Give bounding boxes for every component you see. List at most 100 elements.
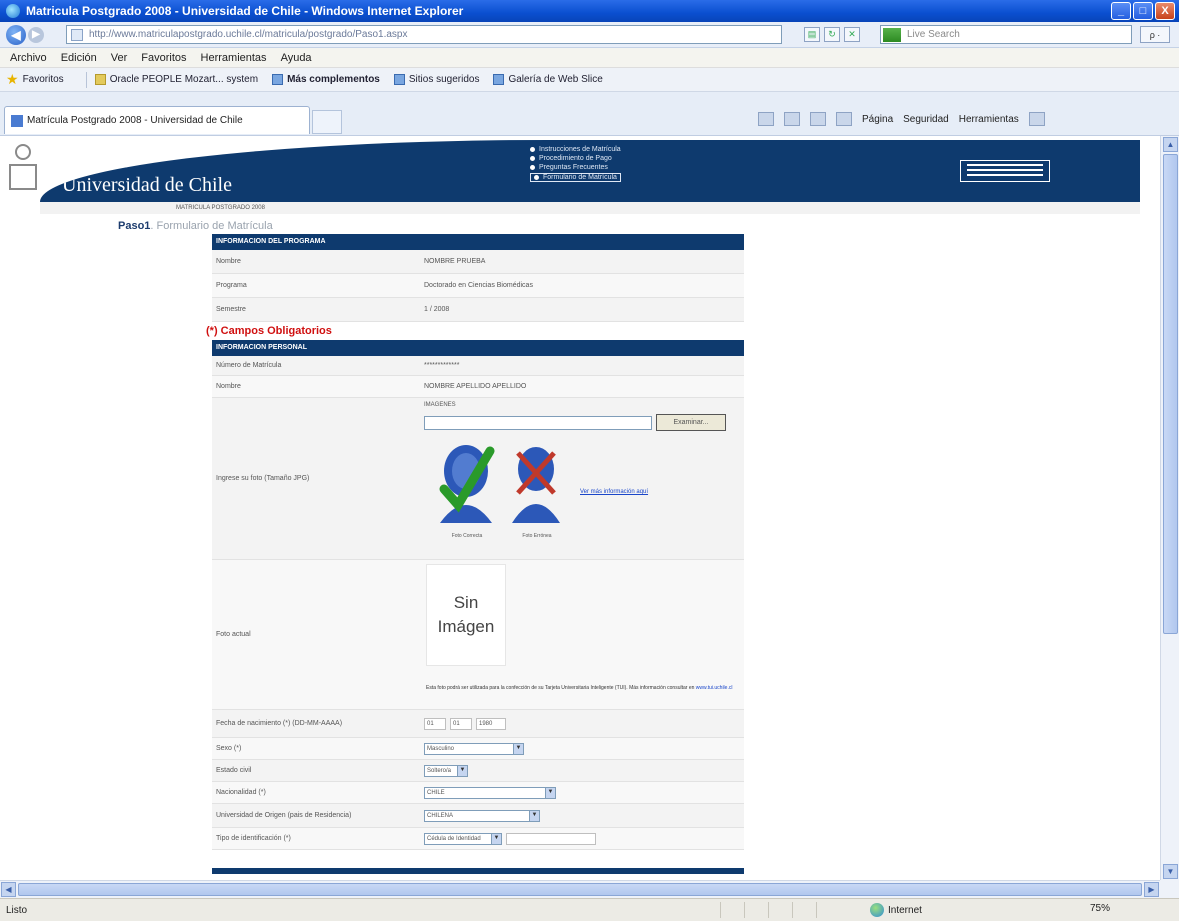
menu-ayuda[interactable]: Ayuda <box>281 52 312 64</box>
menu-edicion[interactable]: Edición <box>61 52 97 64</box>
tipo-identificacion-select[interactable]: Cédula de Identidad ▼ <box>424 832 502 845</box>
horizontal-scrollbar[interactable]: ◀ ▶ <box>0 880 1160 898</box>
row-value: Soltero/a ▼ <box>420 760 744 781</box>
matricula-form: INFORMACION DEL PROGRAMA Nombre NOMBRE PR… <box>206 234 744 874</box>
header-login-box[interactable] <box>960 160 1050 182</box>
vertical-scrollbar[interactable]: ▲ ▼ <box>1160 136 1179 880</box>
no-image-text: Imágen <box>437 617 495 636</box>
minimize-button[interactable]: _ <box>1111 2 1131 20</box>
scroll-up-icon[interactable]: ▲ <box>1163 137 1178 152</box>
row-value: ************* <box>424 362 460 369</box>
address-bar: ◀ ▶ http://www.matriculapostgrado.uchile… <box>0 22 1179 48</box>
sexo-select[interactable]: Masculino ▼ <box>424 742 524 755</box>
menu-favoritos[interactable]: Favoritos <box>141 52 186 64</box>
zoom-level[interactable]: 75% <box>1090 903 1110 914</box>
bullet-icon <box>530 156 535 161</box>
tab-label: Matrícula Postgrado 2008 - Universidad d… <box>27 115 243 126</box>
favorites-button[interactable]: Favoritos <box>23 74 64 85</box>
menu-bar: Archivo Edición Ver Favoritos Herramient… <box>0 48 1179 68</box>
search-input[interactable]: Live Search <box>880 25 1132 44</box>
mail-icon[interactable] <box>810 112 826 126</box>
tab-matricula[interactable]: Matrícula Postgrado 2008 - Universidad d… <box>4 106 310 134</box>
no-image-placeholder: Sin Imágen <box>426 564 506 666</box>
good-photo-caption: Foto Correcta <box>451 533 483 539</box>
photo-title: IMAGENES <box>424 402 456 408</box>
cmd-seguridad[interactable]: Seguridad <box>903 114 949 125</box>
nacionalidad-select[interactable]: CHILE ▼ <box>424 786 556 799</box>
cmd-herramientas[interactable]: Herramientas <box>959 114 1019 125</box>
table-row: Nombre NOMBRE PRUEBA <box>212 250 744 274</box>
home-icon[interactable] <box>758 112 774 126</box>
vertical-scroll-thumb[interactable] <box>1163 154 1178 634</box>
row-label: Número de Matrícula <box>216 362 282 369</box>
ie-logo-icon <box>6 4 20 18</box>
url-input[interactable]: http://www.matriculapostgrado.uchile.cl/… <box>66 25 782 44</box>
link-preguntas[interactable]: Preguntas Frecuentes <box>530 164 621 171</box>
sub-header: MATRICULA POSTGRADO 2008 <box>40 202 1140 214</box>
row-label: Semestre <box>216 306 246 313</box>
row-value: CHILENA ▼ <box>420 804 744 827</box>
section-personal: Número de Matrícula ************* Nombre N… <box>212 356 744 850</box>
page-content: Universidad de Chile Instrucciones de Ma… <box>0 136 1160 880</box>
feeds-icon[interactable] <box>784 112 800 126</box>
tui-link[interactable]: www.tui.uchile.cl <box>696 685 733 691</box>
menu-archivo[interactable]: Archivo <box>10 52 47 64</box>
new-tab-button[interactable] <box>312 110 342 134</box>
photo-file-input[interactable] <box>424 415 652 430</box>
brand-name: Universidad de Chile <box>62 174 232 196</box>
favorites-star-icon[interactable]: ★ <box>6 71 19 88</box>
chevron-down-icon: ▼ <box>529 810 539 821</box>
fav-item-complementos[interactable]: Más complementos <box>272 74 380 85</box>
scroll-left-icon[interactable]: ◀ <box>1 882 16 897</box>
row-value: NOMBRE PRUEBA <box>424 258 486 265</box>
link-formulario[interactable]: Formulario de Matrícula <box>530 173 621 182</box>
ie-page-icon <box>272 74 284 85</box>
page-icon <box>71 28 83 41</box>
universidad-select[interactable]: CHILENA ▼ <box>424 809 540 822</box>
fav-item-oracle[interactable]: Oracle PEOPLE Mozart... system <box>94 74 258 85</box>
row-value: Doctorado en Ciencias Biomédicas <box>424 282 533 289</box>
search-button[interactable]: ρ · <box>1140 26 1170 43</box>
birth-month-input[interactable]: 01 <box>450 717 472 730</box>
back-button[interactable]: ◀ <box>6 24 26 45</box>
row-value: CHILE ▼ <box>420 782 744 803</box>
maximize-button[interactable]: □ <box>1133 2 1153 20</box>
select-value: Masculino <box>427 745 455 752</box>
table-row: Universidad de Origen (pais de Residenci… <box>212 804 744 828</box>
link-pago[interactable]: Procedimiento de Pago <box>530 155 621 162</box>
no-image-text: Sin <box>453 593 479 612</box>
close-button[interactable]: X <box>1155 2 1175 20</box>
select-value: Soltero/a <box>427 767 452 774</box>
menu-ver[interactable]: Ver <box>111 52 128 64</box>
link-instrucciones[interactable]: Instrucciones de Matrícula <box>530 146 621 153</box>
table-row: Estado civil Soltero/a ▼ <box>212 760 744 782</box>
help-icon[interactable] <box>1028 112 1045 126</box>
browse-button[interactable]: Examinar... <box>656 414 726 431</box>
tui-note-text: Esta foto podrá ser utilizada para la co… <box>426 685 695 691</box>
row-label: Foto actual <box>216 631 251 638</box>
scroll-down-icon[interactable]: ▼ <box>1163 864 1178 879</box>
link-label: Preguntas Frecuentes <box>539 164 608 171</box>
step-number: Paso1 <box>118 220 151 232</box>
fav-item-webslice[interactable]: Galería de Web Slice <box>493 74 603 85</box>
print-icon[interactable] <box>836 112 852 126</box>
birth-day-input[interactable]: 01 <box>424 717 446 730</box>
fav-item-label: Sitios sugeridos <box>408 74 480 85</box>
menu-herramientas[interactable]: Herramientas <box>201 52 267 64</box>
header-links: Instrucciones de Matrícula Procedimiento… <box>530 146 621 184</box>
fav-item-sitios[interactable]: Sitios sugeridos <box>393 74 480 85</box>
scroll-right-icon[interactable]: ▶ <box>1144 882 1159 897</box>
section-programa-header: INFORMACION DEL PROGRAMA <box>212 234 744 250</box>
compat-view-icon[interactable]: ▤ <box>804 27 820 42</box>
estado-civil-select[interactable]: Soltero/a ▼ <box>424 764 468 777</box>
row-value: NOMBRE APELLIDO APELLIDO <box>424 383 527 390</box>
cmd-pagina[interactable]: Página <box>862 114 893 125</box>
identificacion-input[interactable] <box>506 832 596 845</box>
forward-button[interactable]: ▶ <box>28 26 44 43</box>
horizontal-scroll-thumb[interactable] <box>18 883 1142 896</box>
stop-icon[interactable]: ✕ <box>844 27 860 42</box>
security-zone[interactable]: Internet <box>870 903 922 917</box>
birth-year-input[interactable]: 1980 <box>476 717 506 730</box>
refresh-icon[interactable]: ↻ <box>824 27 840 42</box>
more-info-link[interactable]: Ver más información aquí <box>580 489 648 495</box>
